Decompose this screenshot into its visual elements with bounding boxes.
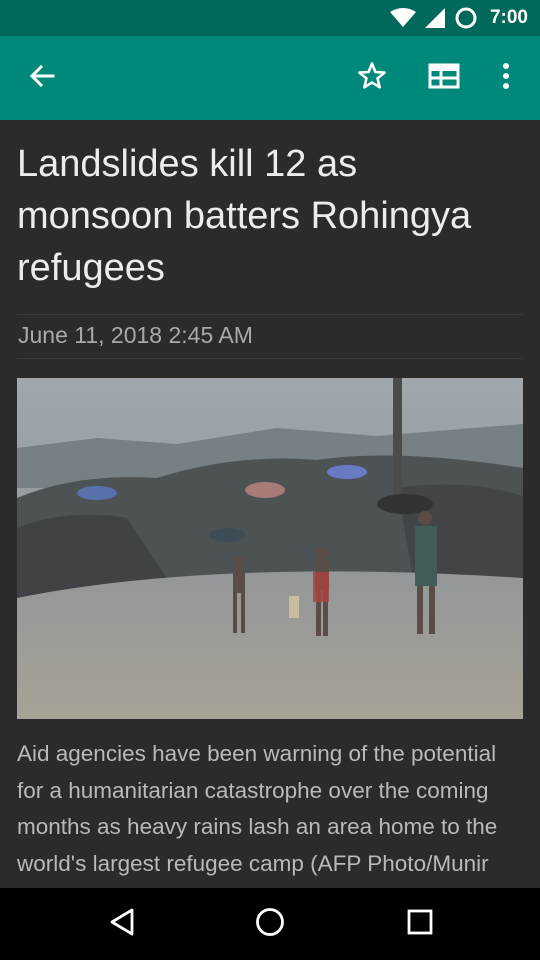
nav-back-icon (108, 907, 136, 942)
article-caption: Aid agencies have been warning of the po… (17, 741, 498, 876)
status-time: 7:00 (489, 7, 528, 28)
article-photo[interactable] (17, 378, 523, 719)
reader-layout-button[interactable] (418, 52, 470, 104)
divider (17, 358, 523, 359)
favorite-button[interactable] (346, 52, 398, 104)
star-icon (357, 61, 387, 96)
nav-home-icon (255, 907, 285, 942)
wifi-icon (389, 8, 416, 28)
data-saver-icon (454, 6, 478, 30)
back-button[interactable] (16, 52, 68, 104)
overflow-menu-button[interactable] (480, 52, 532, 104)
back-arrow-icon (29, 63, 55, 94)
nav-home-button[interactable] (240, 900, 300, 948)
status-bar: 7:00 (0, 0, 540, 36)
article-headline: Landslides kill 12 as monsoon batters Ro… (17, 143, 472, 289)
article-content[interactable]: Landslides kill 12 as monsoon batters Ro… (0, 120, 540, 888)
cellular-signal-icon (424, 7, 446, 29)
system-nav-bar (0, 888, 540, 960)
more-vert-icon (502, 62, 510, 95)
article-date: June 11, 2018 2:45 AM (18, 322, 253, 348)
nav-recents-icon (407, 909, 433, 940)
nav-back-button[interactable] (92, 900, 152, 948)
app-bar (0, 36, 540, 120)
divider (17, 314, 523, 315)
layout-icon (428, 62, 460, 95)
nav-recents-button[interactable] (390, 900, 450, 948)
